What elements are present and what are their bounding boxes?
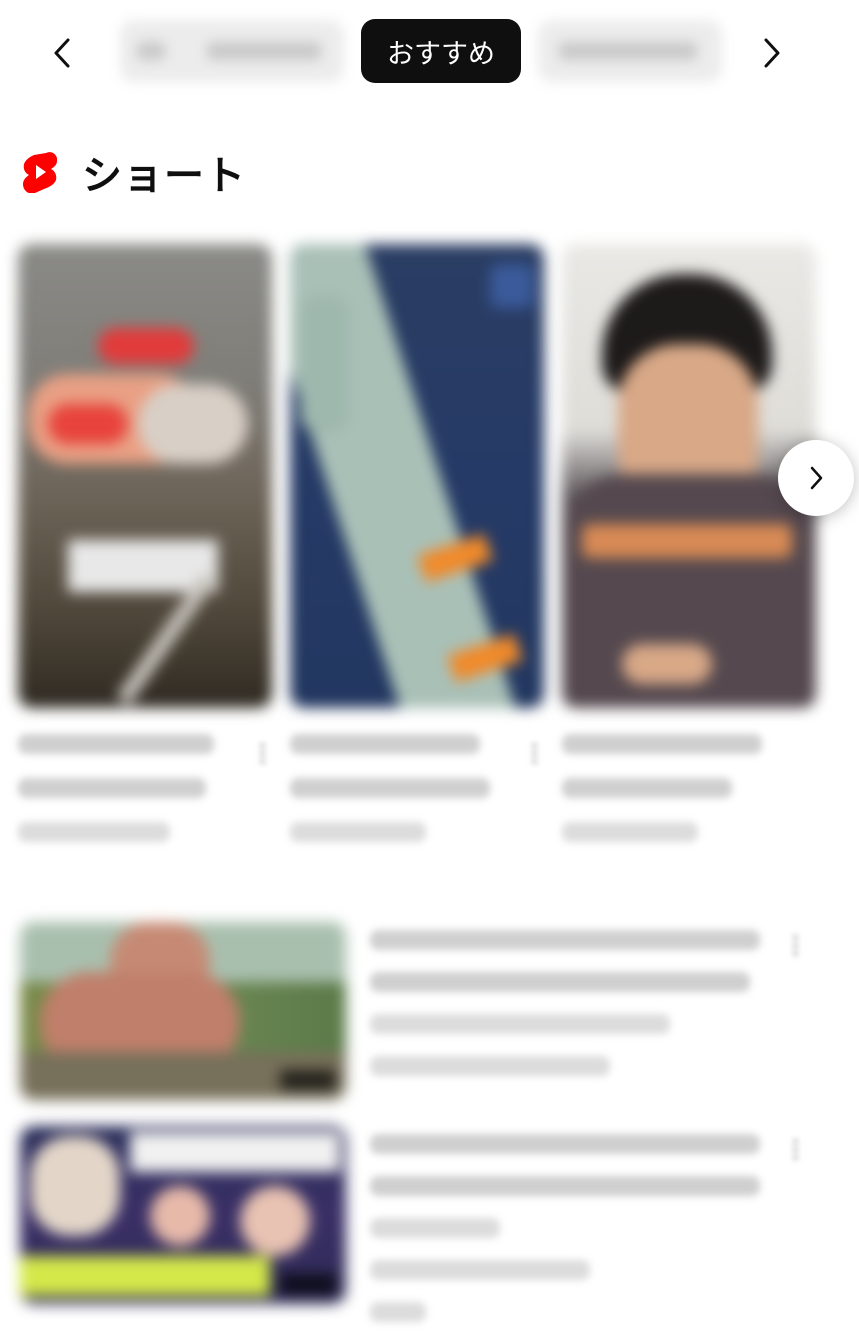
filter-chip[interactable] [120,20,344,82]
filter-chip-selected[interactable]: おすすめ [361,19,521,83]
more-options-icon[interactable] [530,740,538,768]
video-thumbnail[interactable] [20,922,346,1100]
chevron-right-icon [810,466,823,490]
chevron-left-icon [54,38,70,68]
chevron-right-icon [764,38,780,68]
shorts-next-button[interactable] [778,440,854,516]
chips-scroll-left-button[interactable] [40,30,86,76]
video-list-item[interactable] [20,1126,840,1322]
short-video-card[interactable] [290,244,544,842]
short-video-card[interactable] [18,244,272,842]
more-options-icon[interactable] [790,932,800,962]
short-thumbnail[interactable] [290,244,544,708]
video-thumbnail[interactable] [20,1126,346,1304]
video-duration-badge [280,1274,336,1294]
shorts-section-header: ショート [22,140,246,204]
filter-chip[interactable] [538,20,722,82]
chips-scroll-right-button[interactable] [748,30,794,76]
video-list-item[interactable] [20,922,840,1102]
more-options-icon[interactable] [790,1136,800,1166]
filter-chip-bar: おすすめ [0,0,859,100]
video-duration-badge [280,1070,336,1090]
chip-label: おすすめ [387,38,495,70]
section-title: ショート [82,153,246,199]
youtube-shorts-icon [23,152,58,193]
more-options-icon[interactable] [258,740,266,768]
short-thumbnail[interactable] [18,244,272,708]
